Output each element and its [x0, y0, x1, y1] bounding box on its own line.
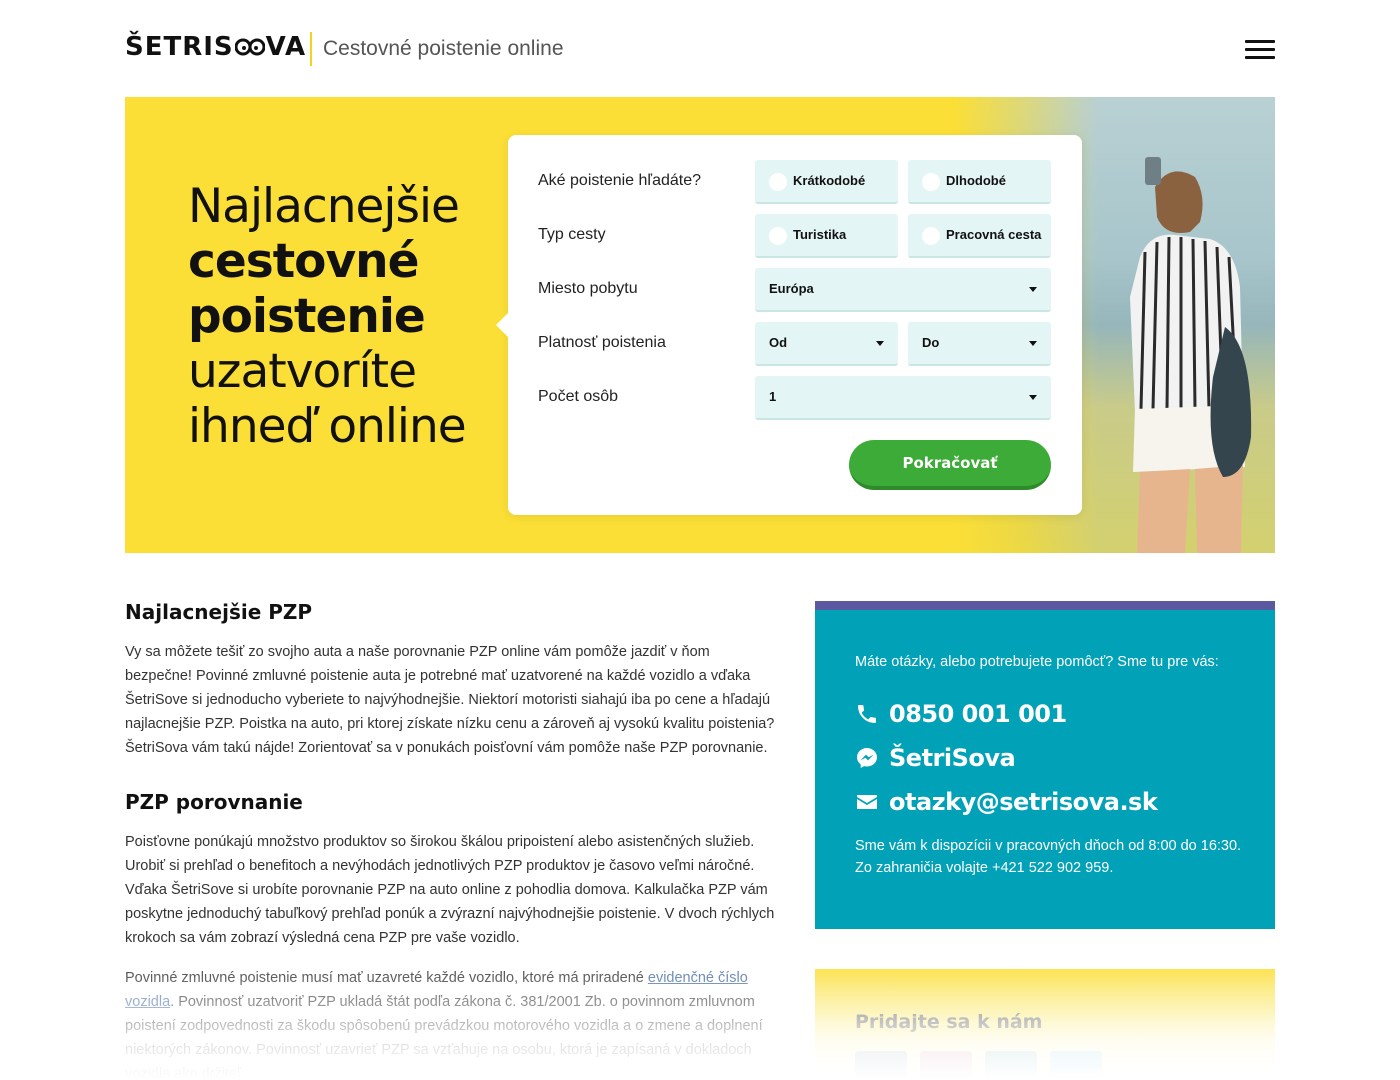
hero-heading-bold2: poistenie — [188, 289, 426, 344]
persons-value: 1 — [769, 389, 777, 404]
contact-panel: Máte otázky, alebo potrebujete pomôcť? S… — [815, 601, 1275, 929]
messenger-name: ŠetriSova — [889, 744, 1016, 772]
messenger-link[interactable]: ŠetriSova — [855, 744, 1016, 772]
hours-line: Sme vám k dispozícii v pracovných dňoch … — [855, 838, 1242, 854]
continue-button[interactable]: Pokračovať — [849, 440, 1051, 490]
messenger-icon — [857, 748, 877, 768]
envelope-icon — [857, 795, 877, 809]
section-heading: PZP porovnanie — [125, 790, 303, 814]
caret-down-icon — [876, 341, 884, 346]
instagram-icon[interactable] — [920, 1051, 972, 1080]
destination-label: Miesto pobytu — [538, 280, 638, 297]
hero-heading-line4: uzatvoríte — [188, 344, 417, 399]
destination-select[interactable]: Európa — [755, 268, 1051, 312]
paragraph-text: Povinné zmluvné poistenie musí mať uzavr… — [125, 970, 648, 986]
logo-text-start: ŠETRIS — [125, 32, 234, 62]
caret-down-icon — [1029, 395, 1037, 400]
hero-heading-bold1: cestovné — [188, 234, 419, 289]
trip-type-label: Typ cesty — [538, 226, 606, 243]
facebook-icon[interactable] — [855, 1051, 907, 1080]
paragraph: Vy sa môžete tešiť zo svojho auta a naše… — [125, 644, 775, 756]
form-row-trip-type: Typ cesty Turistika Pracovná cesta — [538, 214, 1052, 258]
form-row-insurance-type: Aké poistenie hľadáte? Krátkodobé Dlhodo… — [538, 160, 1052, 204]
email-link[interactable]: otazky@setrisova.sk — [855, 788, 1158, 816]
validity-from-value: Od — [769, 335, 788, 350]
hero-heading-line5: ihneď online — [188, 399, 467, 454]
contact-hours: Sme vám k dispozícii v pracovných dňoch … — [855, 835, 1241, 879]
logo-divider — [310, 32, 312, 66]
section-heading: Najlacnejšie PZP — [125, 600, 313, 624]
logo-text-end: VA — [265, 32, 307, 62]
radio-label: Krátkodobé — [793, 173, 866, 188]
radio-tourism[interactable]: Turistika — [755, 214, 898, 258]
radio-circle — [769, 227, 787, 245]
paragraph: Poisťovne ponúkajú množstvo produktov so… — [125, 834, 775, 946]
caret-down-icon — [1029, 341, 1037, 346]
twitter-icon[interactable] — [1050, 1051, 1102, 1080]
traveler-illustration — [1130, 157, 1252, 553]
validity-from-select[interactable]: Od — [755, 322, 898, 366]
radio-label: Turistika — [793, 227, 847, 242]
radio-circle — [769, 173, 787, 191]
linkedin-icon[interactable] — [985, 1051, 1037, 1080]
persons-label: Počet osôb — [538, 388, 619, 405]
radio-circle — [922, 227, 940, 245]
radio-business-trip[interactable]: Pracovná cesta — [908, 214, 1051, 258]
insurance-type-label: Aké poistenie hľadáte? — [538, 172, 702, 189]
phone-icon — [858, 705, 876, 723]
destination-value: Európa — [769, 281, 814, 296]
phone-link[interactable]: 0850 001 001 — [855, 700, 1067, 728]
paragraph-text: . Povinnosť uzatvoriť PZP ukladá štát po… — [125, 994, 763, 1080]
insurance-form: Aké poistenie hľadáte? Krátkodobé Dlhodo… — [496, 135, 1082, 515]
paragraph: Povinné zmluvné poistenie musí mať uzavr… — [125, 966, 775, 1080]
hero-heading-line1: Najlacnejšie — [188, 179, 460, 234]
social-panel: Pridajte sa k nám — [815, 969, 1275, 1080]
email-address: otazky@setrisova.sk — [889, 788, 1158, 816]
validity-to-value: Do — [922, 335, 940, 350]
logo[interactable]: ŠETRIS VA — [125, 32, 306, 62]
radio-long-term[interactable]: Dlhodobé — [908, 160, 1051, 204]
persons-select[interactable]: 1 — [755, 376, 1051, 420]
form-row-persons: Počet osôb 1 — [538, 376, 1052, 420]
radio-short-term[interactable]: Krátkodobé — [755, 160, 898, 204]
article: Najlacnejšie PZP Vy sa môžete tešiť zo s… — [125, 600, 775, 1080]
phone-number: 0850 001 001 — [889, 700, 1067, 728]
site-header: ŠETRIS VA Cestovné poistenie online — [125, 28, 1275, 72]
tagline: Cestovné poistenie online — [323, 37, 564, 60]
social-title: Pridajte sa k nám — [855, 1011, 1043, 1033]
caret-down-icon — [1029, 287, 1037, 292]
owl-eyes-icon — [234, 38, 265, 56]
form-row-validity: Platnosť poistenia Od Do — [538, 322, 1052, 366]
form-row-destination: Miesto pobytu Európa — [538, 268, 1052, 312]
social-icons — [855, 1051, 1102, 1080]
hero-banner: Najlacnejšie cestovné poistenie uzatvorí… — [125, 97, 1275, 553]
radio-circle — [922, 173, 940, 191]
validity-label: Platnosť poistenia — [538, 334, 666, 351]
menu-icon[interactable] — [1245, 40, 1275, 60]
abroad-line: Zo zahraničia volajte +421 522 902 959. — [855, 860, 1114, 876]
validity-to-select[interactable]: Do — [908, 322, 1051, 366]
hero-heading: Najlacnejšie cestovné poistenie uzatvorí… — [188, 179, 467, 454]
contact-intro: Máte otázky, alebo potrebujete pomôcť? S… — [855, 654, 1219, 670]
radio-label: Pracovná cesta — [946, 227, 1042, 242]
radio-label: Dlhodobé — [946, 173, 1006, 188]
